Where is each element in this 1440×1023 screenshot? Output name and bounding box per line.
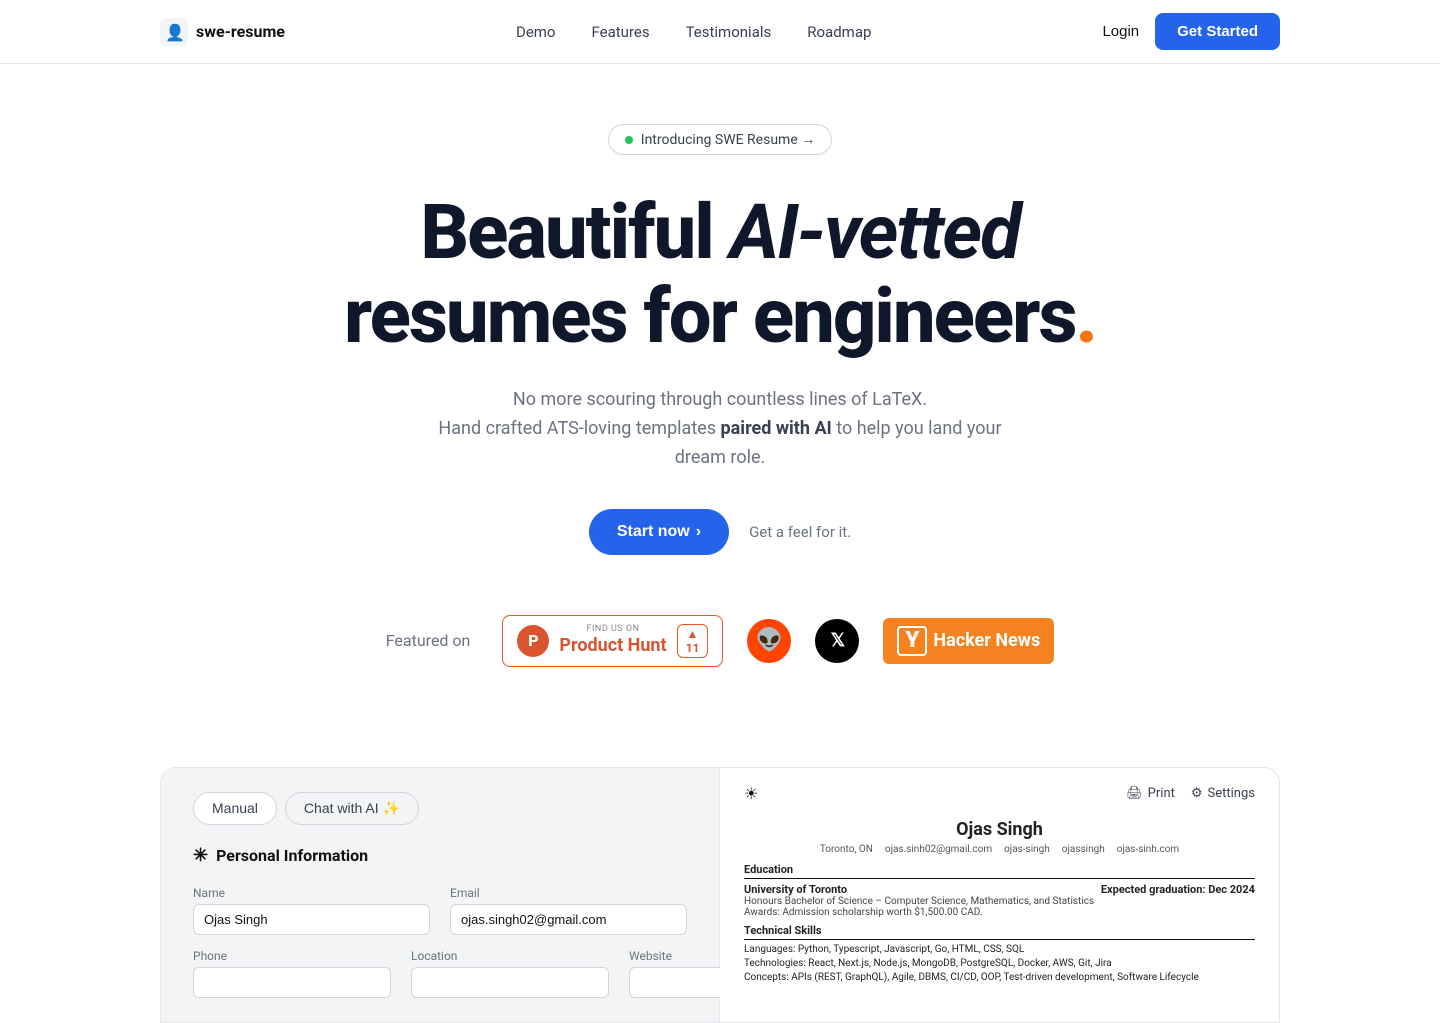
product-hunt-text: FIND US ON Product Hunt bbox=[559, 624, 666, 656]
demo-form-panel: Manual Chat with AI ✨ ✳ Personal Informa… bbox=[161, 768, 720, 1022]
location-label: Location bbox=[411, 949, 609, 963]
hacker-news-badge[interactable]: Y Hacker News bbox=[883, 618, 1054, 664]
nav-links: Demo Features Testimonials Roadmap bbox=[516, 22, 871, 41]
resume-location: Toronto, ON bbox=[820, 844, 873, 855]
navbar: 👤 swe-resume Demo Features Testimonials … bbox=[0, 0, 1440, 64]
hacker-news-name: Hacker News bbox=[933, 630, 1040, 651]
nav-demo[interactable]: Demo bbox=[516, 23, 556, 41]
reddit-badge[interactable]: 👽 bbox=[747, 619, 791, 663]
green-dot-icon bbox=[625, 136, 633, 144]
university-row: University of Toronto Expected graduatio… bbox=[744, 883, 1255, 896]
resume-github: ojas-singh bbox=[1004, 844, 1050, 855]
featured-section: Featured on P FIND US ON Product Hunt ▲ … bbox=[386, 615, 1054, 667]
start-now-label: Start now bbox=[617, 523, 690, 541]
announcement-badge[interactable]: Introducing SWE Resume → bbox=[608, 124, 832, 155]
announcement-text: Introducing SWE Resume → bbox=[641, 131, 815, 148]
concepts-row: Concepts: APIs (REST, GraphQL), Agile, D… bbox=[744, 972, 1255, 983]
nav-roadmap[interactable]: Roadmap bbox=[807, 23, 871, 41]
resume-action-icons: 🖨 Print ⚙ Settings bbox=[1126, 786, 1255, 801]
resume-name: Ojas Singh bbox=[744, 819, 1255, 840]
subtext-bold: paired with AI bbox=[721, 418, 832, 439]
personal-info-header: ✳ Personal Information bbox=[193, 845, 687, 866]
name-input[interactable] bbox=[193, 904, 430, 935]
form-row-phone-location-website: Phone Location Website bbox=[193, 949, 687, 998]
nav-testimonials[interactable]: Testimonials bbox=[686, 23, 772, 41]
upvote-arrow: ▲ bbox=[687, 627, 699, 641]
svg-text:👤: 👤 bbox=[165, 23, 185, 42]
phone-field: Phone bbox=[193, 949, 391, 998]
settings-icon: ⚙ bbox=[1191, 786, 1203, 801]
phone-label: Phone bbox=[193, 949, 391, 963]
personal-info-label: Personal Information bbox=[216, 846, 368, 865]
email-label: Email bbox=[450, 886, 687, 900]
hero-subtext: No more scouring through countless lines… bbox=[420, 386, 1020, 472]
resume-email: ojas.sinh02@gmail.com bbox=[885, 844, 992, 855]
degree-text: Honours Bachelor of Science – Computer S… bbox=[744, 896, 1255, 907]
location-input[interactable] bbox=[411, 967, 609, 998]
technologies-row: Technologies: React, Next.js, Node.js, M… bbox=[744, 958, 1255, 969]
subtext-line2-start: Hand crafted ATS-loving templates bbox=[438, 418, 720, 439]
cta-secondary-text: Get a feel for it. bbox=[749, 523, 851, 541]
settings-label: Settings bbox=[1208, 786, 1255, 801]
graduation-date: Expected graduation: Dec 2024 bbox=[1101, 883, 1255, 896]
product-hunt-upvote: ▲ 11 bbox=[677, 624, 709, 658]
name-label: Name bbox=[193, 886, 430, 900]
form-row-name-email: Name Email bbox=[193, 886, 687, 935]
name-field: Name bbox=[193, 886, 430, 935]
email-input[interactable] bbox=[450, 904, 687, 935]
subtext-line1: No more scouring through countless lines… bbox=[513, 389, 927, 410]
print-icon: 🖨 bbox=[1126, 786, 1143, 801]
hero-heading: Beautiful AI-vettedresumes for engineers… bbox=[344, 191, 1096, 358]
nav-actions: Login Get Started bbox=[1102, 13, 1280, 50]
product-hunt-badge[interactable]: P FIND US ON Product Hunt ▲ 11 bbox=[502, 615, 723, 667]
arrow-icon: › bbox=[696, 523, 701, 541]
education-title: Education bbox=[744, 863, 1255, 879]
settings-button[interactable]: ⚙ Settings bbox=[1191, 786, 1255, 801]
heading-part2: resumes for engineers bbox=[344, 271, 1075, 361]
resume-linkedin: ojassingh bbox=[1062, 844, 1105, 855]
logo[interactable]: 👤 swe-resume bbox=[160, 18, 285, 46]
awards-text: Awards: Admission scholarship worth $1,5… bbox=[744, 907, 1255, 918]
product-hunt-name: Product Hunt bbox=[559, 635, 666, 657]
resume-preview-panel: ☀ 🖨 Print ⚙ Settings Ojas Singh Toronto,… bbox=[720, 768, 1279, 1022]
heading-italic: AI-vetted bbox=[730, 187, 1020, 277]
university-name: University of Toronto bbox=[744, 883, 847, 896]
featured-label: Featured on bbox=[386, 631, 471, 650]
demo-tabs: Manual Chat with AI ✨ bbox=[193, 792, 687, 825]
theme-icon[interactable]: ☀ bbox=[744, 784, 758, 803]
resume-website: ojas-sinh.com bbox=[1117, 844, 1179, 855]
heading-dot: . bbox=[1075, 271, 1096, 361]
x-twitter-badge[interactable]: 𝕏 bbox=[815, 619, 859, 663]
languages-row: Languages: Python, Typescript, Javascrip… bbox=[744, 944, 1255, 955]
logo-text: swe-resume bbox=[196, 22, 285, 41]
logo-icon: 👤 bbox=[160, 18, 188, 46]
skills-title: Technical Skills bbox=[744, 924, 1255, 940]
education-entry: University of Toronto Expected graduatio… bbox=[744, 883, 1255, 918]
hero-cta-row: Start now › Get a feel for it. bbox=[589, 509, 851, 555]
reddit-icon: 👽 bbox=[756, 628, 783, 653]
nav-features[interactable]: Features bbox=[592, 23, 650, 41]
upvote-count: 11 bbox=[686, 641, 700, 655]
hacker-news-y-icon: Y bbox=[897, 626, 927, 656]
tab-ai[interactable]: Chat with AI ✨ bbox=[285, 792, 419, 825]
tab-manual[interactable]: Manual bbox=[193, 792, 277, 825]
resume-topbar: ☀ 🖨 Print ⚙ Settings bbox=[744, 784, 1255, 803]
login-button[interactable]: Login bbox=[1102, 23, 1139, 40]
start-now-button[interactable]: Start now › bbox=[589, 509, 729, 555]
phone-input[interactable] bbox=[193, 967, 391, 998]
x-icon: 𝕏 bbox=[831, 630, 845, 651]
print-label: Print bbox=[1148, 786, 1175, 801]
resume-contact: Toronto, ON ojas.sinh02@gmail.com ojas-s… bbox=[744, 844, 1255, 855]
print-button[interactable]: 🖨 Print bbox=[1126, 786, 1175, 801]
email-field: Email bbox=[450, 886, 687, 935]
person-icon: ✳ bbox=[193, 845, 208, 866]
find-us-label: FIND US ON bbox=[559, 624, 666, 635]
product-hunt-logo: P bbox=[517, 625, 549, 657]
heading-part1: Beautiful bbox=[420, 187, 729, 277]
get-started-button[interactable]: Get Started bbox=[1155, 13, 1280, 50]
location-field: Location bbox=[411, 949, 609, 998]
demo-section: Manual Chat with AI ✨ ✳ Personal Informa… bbox=[160, 767, 1280, 1023]
resume-content: Ojas Singh Toronto, ON ojas.sinh02@gmail… bbox=[744, 819, 1255, 983]
hero-section: Introducing SWE Resume → Beautiful AI-ve… bbox=[0, 64, 1440, 767]
